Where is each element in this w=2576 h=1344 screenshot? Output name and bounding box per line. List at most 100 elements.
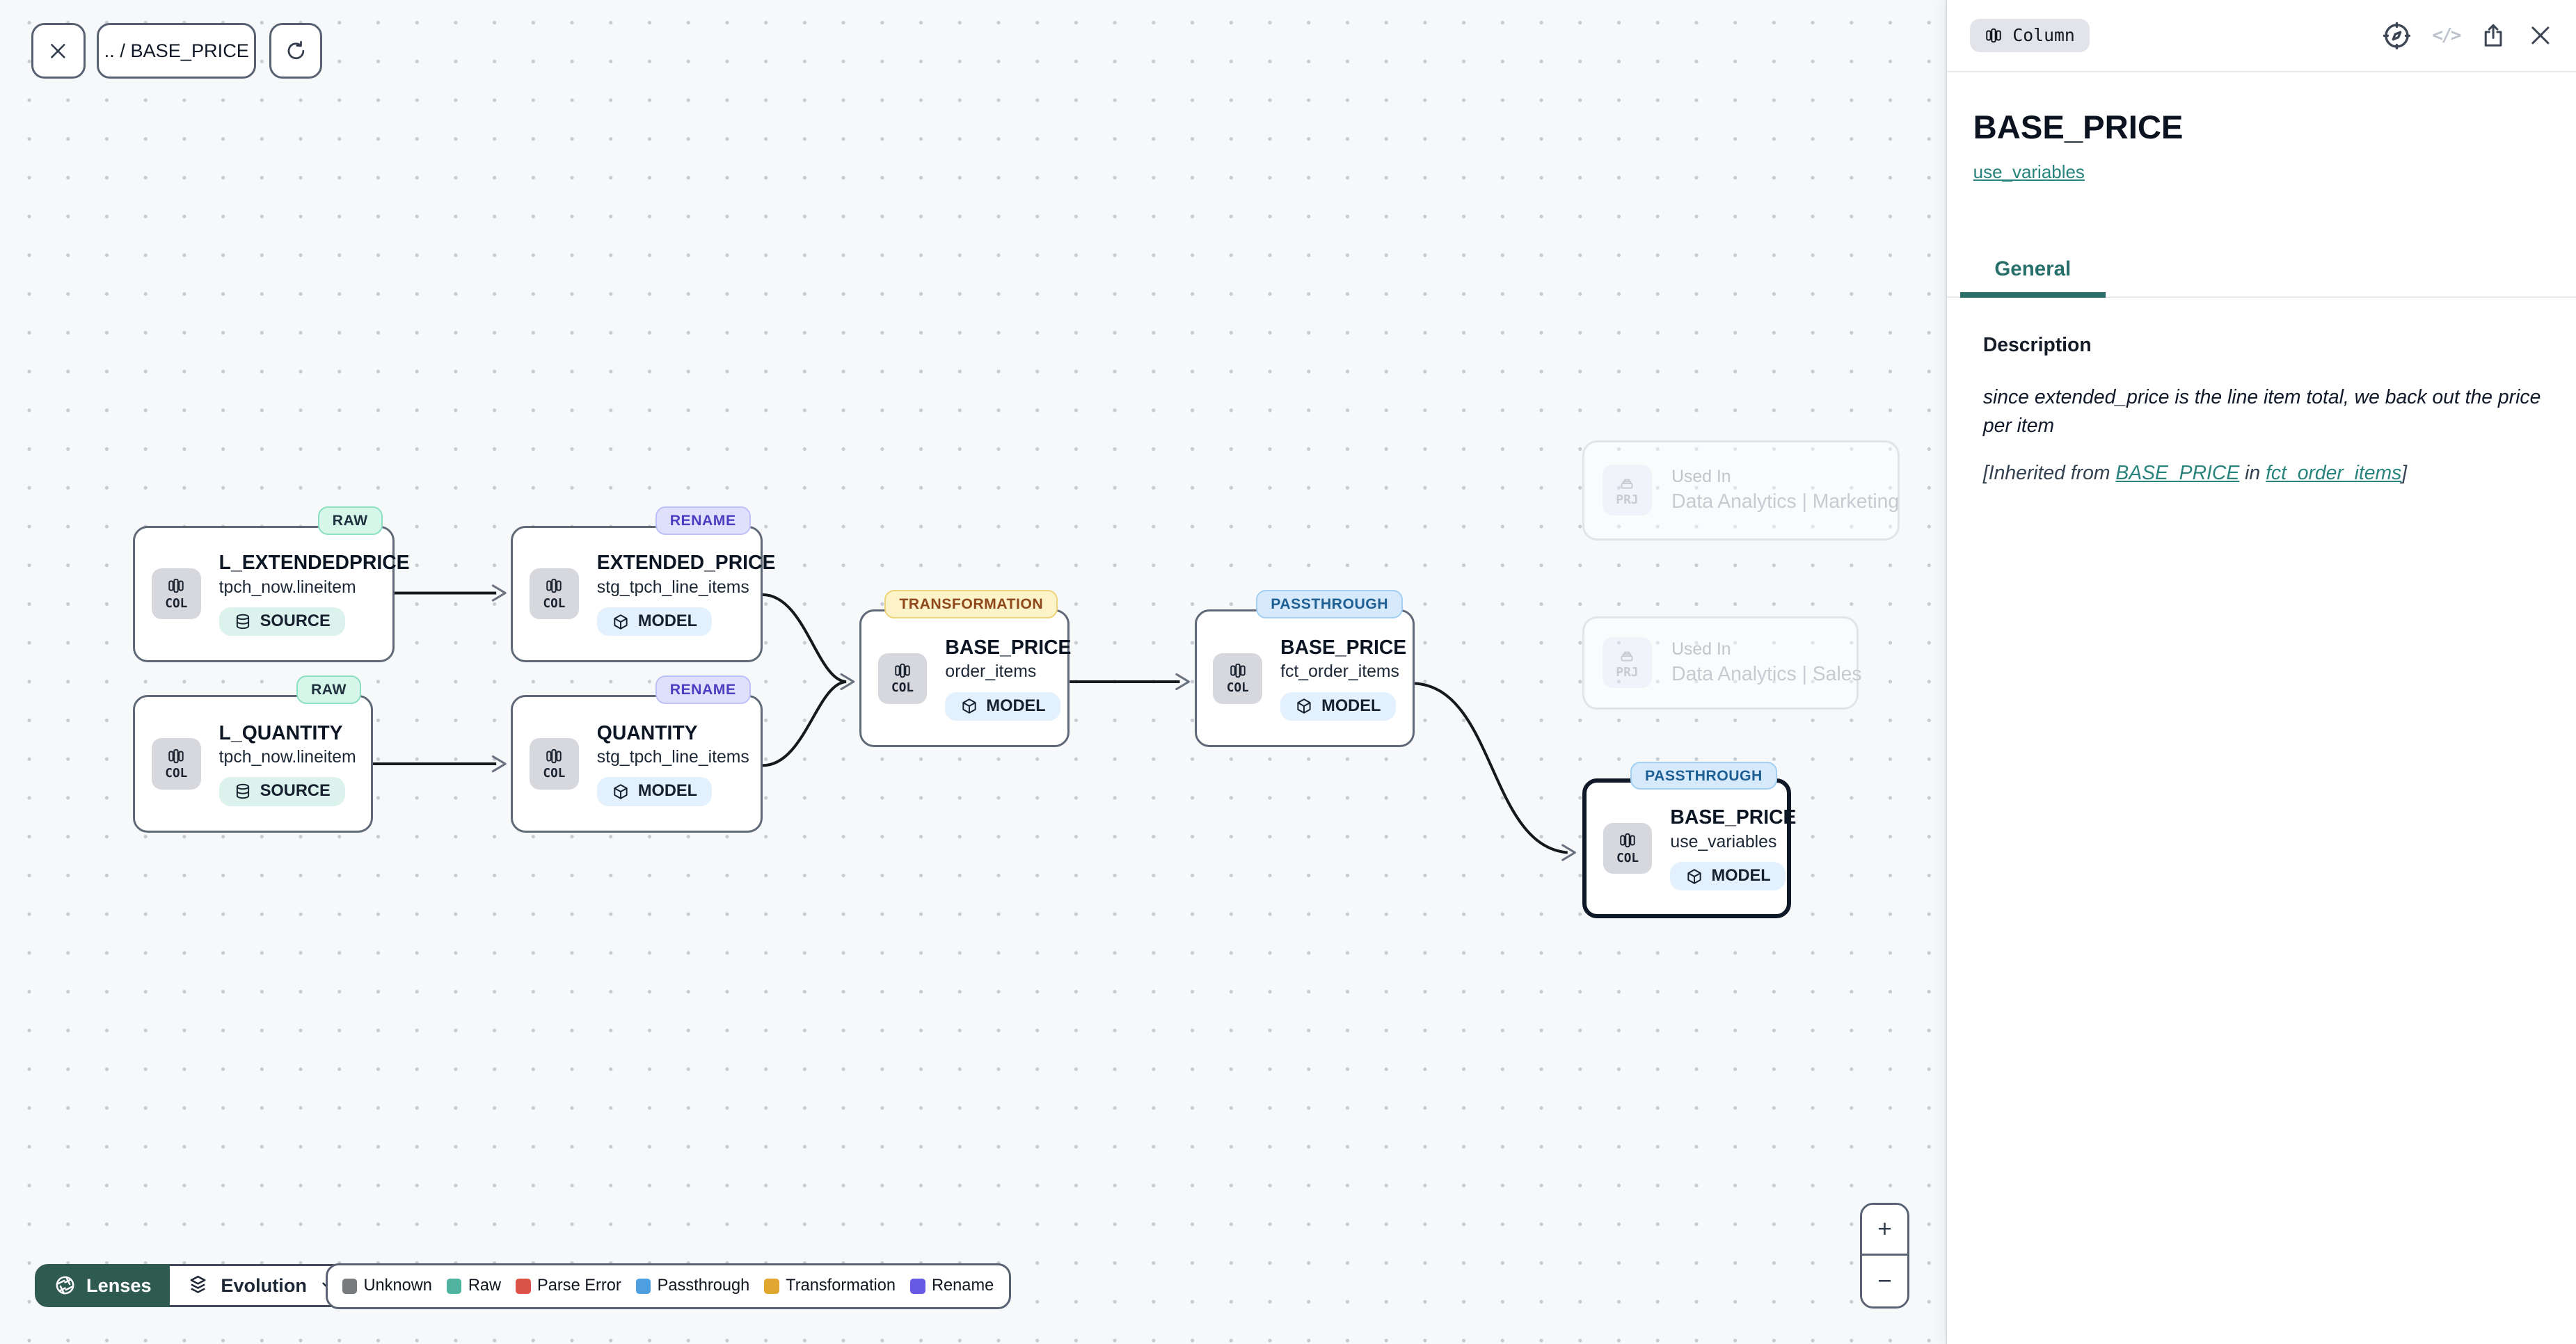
column-type-chip: COL [530, 568, 579, 619]
col-label: COL [1616, 851, 1639, 865]
lenses-label: Lenses [86, 1274, 152, 1297]
cube-icon [612, 783, 630, 801]
description-section: Description since extended_price is the … [1947, 298, 2576, 485]
database-icon [234, 613, 252, 631]
node-base-price-use-variables[interactable]: PASSTHROUGH COL BASE_PRICE use_variables… [1582, 778, 1791, 918]
close-icon [47, 40, 69, 62]
derivation-badge: RAW [296, 675, 361, 704]
column-icon [893, 662, 912, 680]
node-l-quantity[interactable]: RAW COL L_QUANTITY tpch_now.lineitem SOU… [133, 695, 373, 833]
node-base-price-order-items[interactable]: TRANSFORMATION COL BASE_PRICE order_item… [859, 609, 1070, 747]
kind-badge: MODEL [597, 607, 713, 636]
node-title: BASE_PRICE [1670, 806, 1786, 829]
column-type-chip: COL [152, 738, 201, 789]
derivation-badge: RAW [318, 506, 383, 535]
node-subtitle: tpch_now.lineitem [219, 748, 356, 767]
compass-button[interactable] [2381, 20, 2412, 51]
lens-control: Lenses Evolution [33, 1262, 357, 1309]
legend-item-transformation: Transformation [764, 1277, 896, 1295]
legend-item-rename: Rename [910, 1277, 994, 1295]
project-type-chip: PRJ [1603, 637, 1652, 688]
node-title: L_EXTENDEDPRICE [219, 552, 392, 575]
details-panel: Column </> BASE_PRICE use_variables Gene… [1946, 0, 2576, 1344]
cube-icon [612, 613, 630, 631]
col-label: COL [543, 597, 565, 611]
projects-icon [1618, 474, 1636, 492]
panel-title: BASE_PRICE [1973, 109, 2550, 147]
legend-item-raw: Raw [447, 1277, 501, 1295]
node-title: BASE_PRICE [945, 637, 1067, 659]
kind-badge: SOURCE [219, 607, 345, 636]
kind-badge: MODEL [1280, 692, 1396, 721]
prj-label: PRJ [1616, 666, 1638, 680]
lenses-button[interactable]: Lenses [35, 1264, 170, 1307]
close-lineage-button[interactable] [31, 23, 86, 79]
inherited-column-link[interactable]: BASE_PRICE [2115, 462, 2239, 484]
cube-icon [1295, 697, 1313, 715]
lens-value: Evolution [221, 1274, 307, 1297]
column-icon [1619, 831, 1637, 849]
model-link[interactable]: use_variables [1973, 161, 2085, 183]
column-type-chip: COL [1213, 653, 1262, 704]
node-subtitle: stg_tpch_line_items [597, 748, 749, 767]
col-label: COL [891, 681, 914, 695]
entity-type-chip: Column [1970, 19, 2090, 52]
kind-badge: MODEL [1670, 862, 1786, 890]
legend-swatch [764, 1279, 779, 1293]
share-icon [2479, 22, 2507, 49]
column-icon [167, 577, 185, 595]
cube-icon [960, 697, 978, 715]
column-type-chip: COL [530, 738, 579, 789]
panel-tabs: General [1947, 244, 2576, 298]
node-subtitle: stg_tpch_line_items [597, 578, 761, 598]
node-subtitle: fct_order_items [1280, 662, 1406, 682]
node-subtitle: tpch_now.lineitem [219, 578, 392, 598]
derivation-badge: PASSTHROUGH [1256, 590, 1403, 618]
zoom-out-button[interactable]: − [1862, 1256, 1907, 1306]
close-panel-button[interactable] [2527, 22, 2554, 49]
node-extended-price[interactable]: RENAME COL EXTENDED_PRICE stg_tpch_line_… [511, 526, 762, 662]
col-label: COL [543, 767, 565, 781]
legend-swatch [636, 1279, 651, 1293]
share-button[interactable] [2479, 22, 2507, 49]
inherited-model-link[interactable]: fct_order_items [2266, 462, 2401, 484]
refresh-button[interactable] [269, 23, 322, 79]
column-icon [545, 747, 563, 765]
zoom-in-button[interactable]: + [1862, 1205, 1907, 1256]
prj-label: PRJ [1616, 493, 1638, 507]
tab-general[interactable]: General [1960, 244, 2106, 298]
code-view-button[interactable]: </> [2432, 25, 2460, 46]
column-type-chip: COL [878, 653, 928, 704]
cube-icon [1685, 867, 1703, 886]
derivation-badge: PASSTHROUGH [1630, 762, 1777, 790]
col-label: COL [1227, 681, 1249, 695]
breadcrumb[interactable]: .. / BASE_PRICE [97, 23, 256, 79]
kind-badge: SOURCE [219, 777, 345, 806]
used-in-card-marketing[interactable]: PRJ Used In Data Analytics | Marketing [1582, 440, 1900, 541]
column-type-chip: COL [152, 568, 201, 619]
col-label: COL [165, 597, 187, 611]
node-title: L_QUANTITY [219, 722, 356, 745]
node-quantity[interactable]: RENAME COL QUANTITY stg_tpch_line_items … [511, 695, 762, 833]
legend-item-unknown: Unknown [342, 1277, 432, 1295]
breadcrumb-label: .. / BASE_PRICE [104, 40, 249, 62]
column-icon [167, 747, 185, 765]
description-heading: Description [1983, 334, 2547, 357]
panel-header: Column </> [1947, 0, 2576, 72]
layers-icon [186, 1274, 209, 1297]
used-in-name: Data Analytics | Sales [1671, 663, 1861, 686]
node-subtitle: order_items [945, 662, 1067, 682]
aperture-icon [54, 1274, 77, 1297]
node-base-price-fct-order-items[interactable]: PASSTHROUGH COL BASE_PRICE fct_order_ite… [1195, 609, 1415, 747]
close-icon [2527, 22, 2554, 49]
column-icon [1985, 26, 2003, 45]
project-type-chip: PRJ [1603, 465, 1652, 515]
used-in-card-sales[interactable]: PRJ Used In Data Analytics | Sales [1582, 616, 1859, 710]
node-l-extendedprice[interactable]: RAW COL L_EXTENDEDPRICE tpch_now.lineite… [133, 526, 394, 662]
database-icon [234, 783, 252, 801]
col-label: COL [165, 767, 187, 781]
node-title: EXTENDED_PRICE [597, 552, 761, 575]
derivation-badge: RENAME [655, 506, 751, 535]
lineage-canvas[interactable]: .. / BASE_PRICE RAW COL L_EXTENDEDPRICE … [0, 0, 1946, 1344]
legend-item-passthrough: Passthrough [636, 1277, 749, 1295]
